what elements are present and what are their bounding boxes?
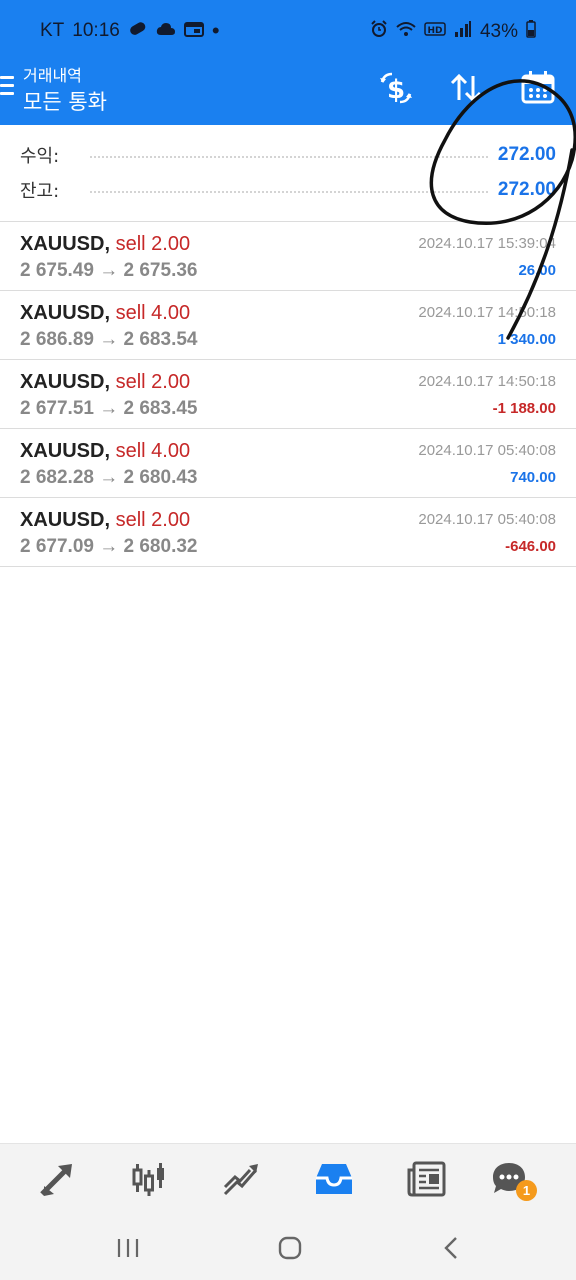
- dotted-leader: [90, 191, 488, 193]
- calendar-icon[interactable]: [518, 68, 558, 108]
- trade-side: sell 2.00: [115, 509, 191, 531]
- battery-icon: [526, 20, 536, 44]
- home-icon[interactable]: [275, 1233, 305, 1263]
- trade-profit: 1 340.00: [497, 331, 556, 348]
- profit-value: 272.00: [497, 144, 556, 165]
- system-nav-bar: [0, 1213, 576, 1280]
- balance-row: 잔고: 272.00: [20, 173, 556, 207]
- trade-time: 2024.10.17 14:50:18: [418, 304, 556, 321]
- trade-time: 2024.10.17 15:39:04: [418, 235, 556, 252]
- app-header: 거래내역 모든 통화 $: [0, 62, 576, 125]
- hd-icon: HD: [424, 21, 446, 43]
- wifi-icon: [396, 20, 416, 44]
- trade-symbol: XAUUSD,: [20, 233, 111, 255]
- profit-row: 수익: 272.00: [20, 138, 556, 172]
- dot-icon: •: [211, 18, 220, 43]
- currency-exchange-icon[interactable]: $: [376, 68, 416, 108]
- balance-value: 272.00: [497, 179, 556, 200]
- trade-prices: 2 686.89 → 2 683.54: [20, 329, 198, 350]
- trade-row[interactable]: XAUUSD, sell 2.00 2 677.09 → 2 680.32 20…: [0, 498, 576, 567]
- menu-icon[interactable]: [0, 76, 16, 98]
- trade-list: XAUUSD, sell 2.00 2 675.49 → 2 675.36 20…: [0, 222, 576, 567]
- trade-row[interactable]: XAUUSD, sell 4.00 2 682.28 → 2 680.43 20…: [0, 429, 576, 498]
- trade-symbol-line: XAUUSD, sell 4.00: [20, 302, 190, 325]
- profit-label: 수익:: [20, 146, 60, 167]
- trade-time: 2024.10.17 05:40:08: [418, 442, 556, 459]
- trade-time: 2024.10.17 05:40:08: [418, 511, 556, 528]
- page-title[interactable]: 모든 통화: [23, 86, 107, 116]
- trade-side: sell 4.00: [115, 302, 191, 324]
- trade-symbol: XAUUSD,: [20, 440, 111, 462]
- trade-time: 2024.10.17 14:50:18: [418, 373, 556, 390]
- calendar-card-icon: [183, 21, 204, 42]
- dotted-leader: [90, 156, 488, 158]
- carrier-label: KT: [40, 20, 65, 41]
- link-icon: [128, 21, 148, 42]
- chart-icon[interactable]: [128, 1158, 170, 1200]
- sort-icon[interactable]: [446, 68, 486, 108]
- trade-profit: -646.00: [505, 538, 556, 555]
- trade-side: sell 2.00: [115, 233, 191, 255]
- balance-label: 잔고:: [20, 181, 60, 202]
- trade-profit: 26.00: [518, 262, 556, 279]
- svg-text:HD: HD: [427, 26, 442, 36]
- page-subtitle: 거래내역: [23, 66, 82, 85]
- trade-side: sell 2.00: [115, 371, 191, 393]
- summary-panel: 수익: 272.00 잔고: 272.00: [0, 125, 576, 222]
- cloud-icon: [156, 21, 176, 41]
- trade-icon[interactable]: [220, 1158, 262, 1200]
- trade-prices: 2 682.28 → 2 680.43: [20, 467, 198, 488]
- messages-badge: 1: [516, 1180, 537, 1201]
- trade-row[interactable]: XAUUSD, sell 2.00 2 677.51 → 2 683.45 20…: [0, 360, 576, 429]
- trade-symbol-line: XAUUSD, sell 2.00: [20, 509, 190, 532]
- trade-prices: 2 675.49 → 2 675.36: [20, 260, 198, 281]
- trade-side: sell 4.00: [115, 440, 191, 462]
- clock: 10:16: [72, 20, 120, 41]
- quotes-icon[interactable]: [36, 1158, 78, 1200]
- messages-icon[interactable]: 1: [488, 1158, 537, 1201]
- trade-symbol: XAUUSD,: [20, 371, 111, 393]
- battery-percent: 43%: [479, 21, 518, 42]
- trade-row[interactable]: XAUUSD, sell 4.00 2 686.89 → 2 683.54 20…: [0, 291, 576, 360]
- status-bar: KT 10:16 • HD 43%: [0, 0, 576, 62]
- trade-symbol-line: XAUUSD, sell 2.00: [20, 233, 190, 256]
- trade-symbol-line: XAUUSD, sell 2.00: [20, 371, 190, 394]
- trade-symbol: XAUUSD,: [20, 509, 111, 531]
- history-icon[interactable]: [313, 1158, 355, 1200]
- recent-apps-icon[interactable]: [113, 1233, 143, 1263]
- trade-symbol: XAUUSD,: [20, 302, 111, 324]
- trade-profit: -1 188.00: [492, 400, 556, 417]
- trade-profit: 740.00: [510, 469, 556, 486]
- signal-icon: [454, 20, 472, 44]
- trade-symbol-line: XAUUSD, sell 4.00: [20, 440, 190, 463]
- news-icon[interactable]: [406, 1158, 448, 1200]
- trade-prices: 2 677.51 → 2 683.45: [20, 398, 198, 419]
- back-icon[interactable]: [437, 1233, 467, 1263]
- trade-prices: 2 677.09 → 2 680.32: [20, 536, 198, 557]
- bottom-tab-bar: 1: [0, 1143, 576, 1213]
- alarm-icon: [370, 20, 388, 44]
- svg-text:$: $: [387, 75, 405, 105]
- trade-row[interactable]: XAUUSD, sell 2.00 2 675.49 → 2 675.36 20…: [0, 222, 576, 291]
